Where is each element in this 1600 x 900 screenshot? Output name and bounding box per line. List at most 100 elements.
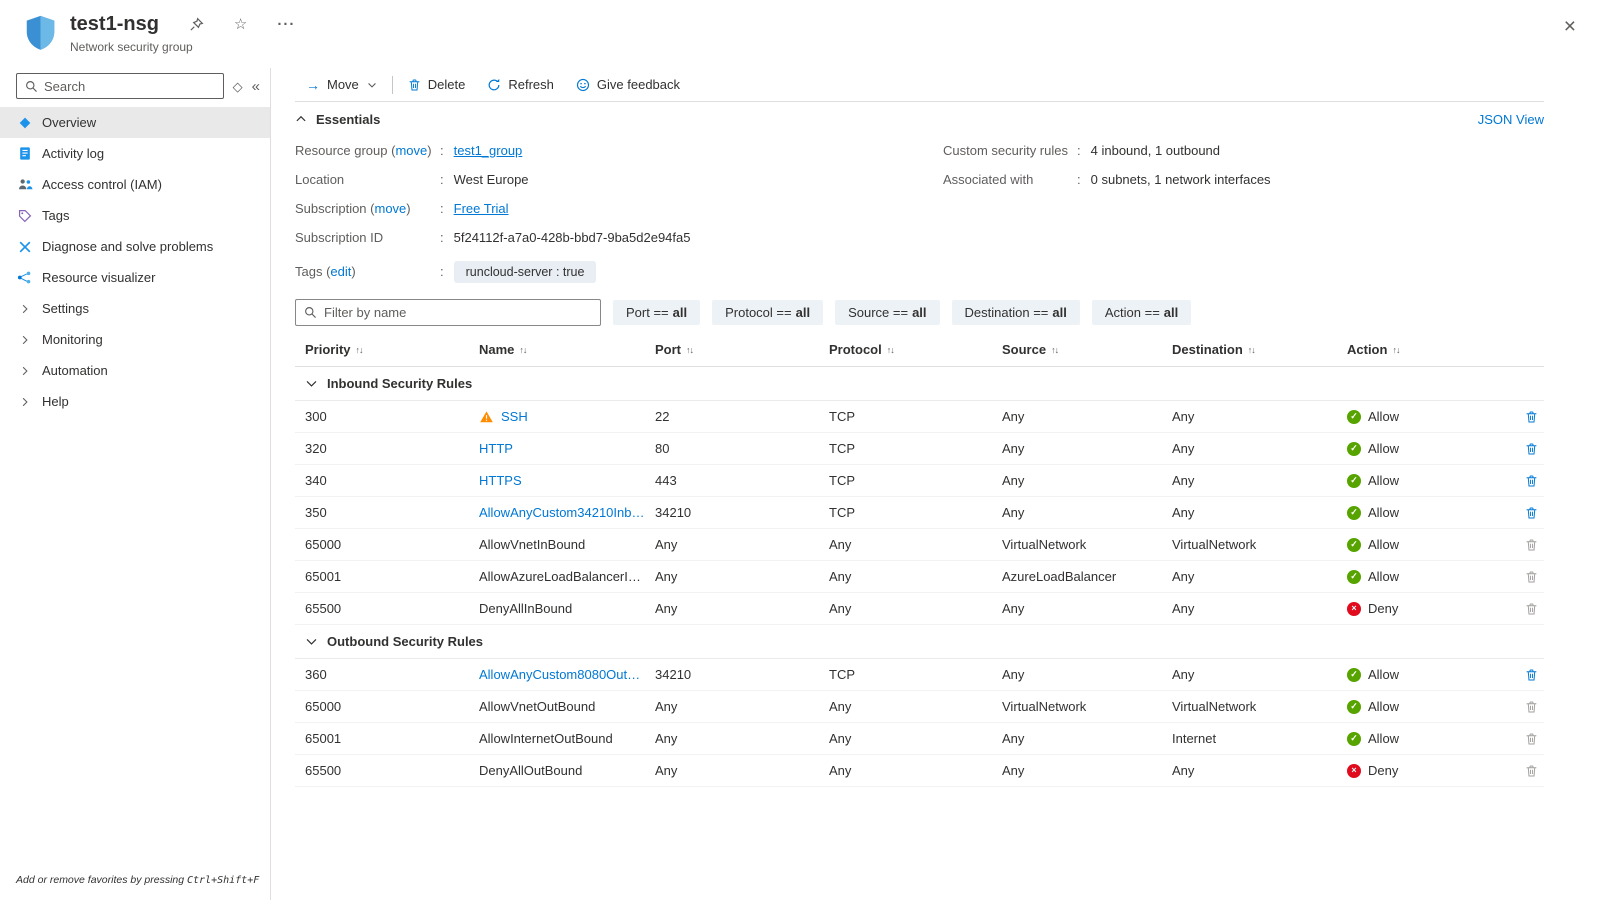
toolbar-divider: [392, 76, 393, 94]
delete-rule-icon[interactable]: [1525, 538, 1538, 552]
more-options-icon[interactable]: ···: [277, 17, 295, 32]
action-allow-badge: ✓Allow: [1347, 699, 1513, 714]
refresh-button[interactable]: Refresh: [476, 68, 565, 101]
delete-rule-icon[interactable]: [1525, 764, 1538, 778]
delete-rule-icon[interactable]: [1525, 474, 1538, 488]
chevron-down-icon[interactable]: [305, 635, 318, 648]
filter-pill-source[interactable]: Source == all: [835, 300, 939, 325]
edit-tags-link[interactable]: edit: [330, 264, 351, 279]
column-header-name[interactable]: Name↑↓: [479, 342, 655, 357]
rule-name-cell: AllowAnyCustom8080Out…: [479, 667, 655, 682]
rule-row-allowanycustom34210inb: 350AllowAnyCustom34210Inb…34210TCPAnyAny…: [295, 497, 1544, 529]
rule-protocol: Any: [829, 601, 1002, 616]
move-link[interactable]: move: [374, 201, 406, 216]
sidebar-item-tags[interactable]: Tags: [0, 200, 270, 231]
rule-name-cell: DenyAllOutBound: [479, 763, 655, 778]
rule-name: AllowVnetOutBound: [479, 699, 595, 714]
delete-rule-icon[interactable]: [1525, 602, 1538, 616]
action-allow-badge: ✓Allow: [1347, 409, 1513, 424]
rule-name: DenyAllInBound: [479, 601, 572, 616]
sidebar-search-row: ◇ «: [16, 73, 260, 99]
move-label: Move: [327, 77, 359, 92]
rule-destination: Any: [1172, 473, 1347, 488]
feedback-button[interactable]: Give feedback: [565, 68, 691, 101]
sidebar-item-resource-visualizer[interactable]: Resource visualizer: [0, 262, 270, 293]
move-link[interactable]: move: [395, 143, 427, 158]
column-header-action[interactable]: Action↑↓: [1347, 342, 1521, 357]
sidebar-item-label: Tags: [42, 208, 69, 223]
sidebar-menu: OverviewActivity logAccess control (IAM)…: [0, 107, 270, 417]
collapse-essentials-icon[interactable]: [295, 113, 307, 125]
rule-priority: 65500: [305, 601, 479, 616]
column-header-source[interactable]: Source↑↓: [1002, 342, 1172, 357]
column-header-protocol[interactable]: Protocol↑↓: [829, 342, 1002, 357]
rule-protocol: TCP: [829, 441, 1002, 456]
rule-destination: Any: [1172, 505, 1347, 520]
sidebar-item-diagnose-and-solve-problems[interactable]: Diagnose and solve problems: [0, 231, 270, 262]
rule-name: AllowVnetInBound: [479, 537, 585, 552]
sidebar-item-help[interactable]: Help: [0, 386, 270, 417]
deny-x-icon: ×: [1347, 764, 1361, 778]
collapse-menu-icon[interactable]: «: [252, 79, 260, 94]
name-filter[interactable]: [295, 299, 601, 326]
essentials-field-resource-group: Resource group (move):test1_group: [295, 136, 943, 165]
filter-pill-protocol[interactable]: Protocol == all: [712, 300, 823, 325]
sidebar-item-settings[interactable]: Settings: [0, 293, 270, 324]
delete-rule-icon[interactable]: [1525, 506, 1538, 520]
rule-name-cell: AllowAzureLoadBalancerI…: [479, 569, 655, 584]
tag-chip[interactable]: runcloud-server : true: [454, 261, 597, 283]
essentials-field-location: Location:West Europe: [295, 165, 943, 194]
sidebar-item-access-control-iam[interactable]: Access control (IAM): [0, 169, 270, 200]
delete-rule-icon[interactable]: [1525, 732, 1538, 746]
move-button[interactable]: → Move: [295, 68, 388, 101]
json-view-link[interactable]: JSON View: [1478, 112, 1544, 127]
diamond-icon[interactable]: ◇: [233, 80, 243, 93]
delete-rule-icon[interactable]: [1525, 570, 1538, 584]
rule-name[interactable]: SSH: [501, 409, 528, 424]
column-header-port[interactable]: Port↑↓: [655, 342, 829, 357]
free-trial-link[interactable]: Free Trial: [454, 201, 509, 216]
rule-action: ✓Allow: [1347, 667, 1521, 682]
sidebar-search-input[interactable]: [44, 79, 215, 94]
rule-source: Any: [1002, 441, 1172, 456]
rule-name[interactable]: AllowAnyCustom34210Inb…: [479, 505, 644, 520]
favorites-shortcut: Ctrl+Shift+F: [187, 875, 259, 886]
rule-destination: VirtualNetwork: [1172, 699, 1347, 714]
essentials-field-value: 5f24112f-a7a0-428b-bbd7-9ba5d2e94fa5: [454, 230, 691, 245]
sidebar-item-activity-log[interactable]: Activity log: [0, 138, 270, 169]
rule-port: Any: [655, 569, 829, 584]
pin-icon[interactable]: [189, 17, 204, 32]
sidebar-item-overview[interactable]: Overview: [0, 107, 270, 138]
rule-name[interactable]: AllowAnyCustom8080Out…: [479, 667, 640, 682]
rule-name-cell: HTTPS: [479, 473, 655, 488]
favorite-star-icon[interactable]: ☆: [234, 17, 247, 32]
essentials-field-value: 0 subnets, 1 network interfaces: [1091, 172, 1271, 187]
sidebar-search[interactable]: [16, 73, 224, 99]
sidebar-item-automation[interactable]: Automation: [0, 355, 270, 386]
delete-rule-icon[interactable]: [1525, 410, 1538, 424]
filter-pill-action[interactable]: Action == all: [1092, 300, 1191, 325]
delete-button[interactable]: Delete: [397, 68, 477, 101]
rule-action: ×Deny: [1347, 763, 1521, 778]
rule-name[interactable]: HTTPS: [479, 473, 522, 488]
filter-pill-destination[interactable]: Destination == all: [952, 300, 1080, 325]
close-icon[interactable]: ×: [1564, 16, 1576, 37]
chevron-down-icon[interactable]: [305, 377, 318, 390]
sidebar-item-monitoring[interactable]: Monitoring: [0, 324, 270, 355]
chevron-right-icon: [16, 304, 33, 314]
essentials-field-tags: Tags (edit):runcloud-server : true: [295, 257, 943, 286]
delete-rule-icon[interactable]: [1525, 700, 1538, 714]
essentials-left: Resource group (move):test1_groupLocatio…: [295, 136, 943, 286]
delete-rule-icon[interactable]: [1525, 668, 1538, 682]
name-filter-input[interactable]: [324, 305, 592, 320]
filter-pill-port[interactable]: Port == all: [613, 300, 700, 325]
rule-priority: 350: [305, 505, 479, 520]
rule-name[interactable]: HTTP: [479, 441, 513, 456]
rule-port: Any: [655, 731, 829, 746]
test1-group-link[interactable]: test1_group: [454, 143, 523, 158]
column-header-destination[interactable]: Destination↑↓: [1172, 342, 1347, 357]
column-header-priority[interactable]: Priority↑↓: [305, 342, 479, 357]
delete-rule-icon[interactable]: [1525, 442, 1538, 456]
rule-action: ✓Allow: [1347, 699, 1521, 714]
chevron-right-icon: [16, 335, 33, 345]
